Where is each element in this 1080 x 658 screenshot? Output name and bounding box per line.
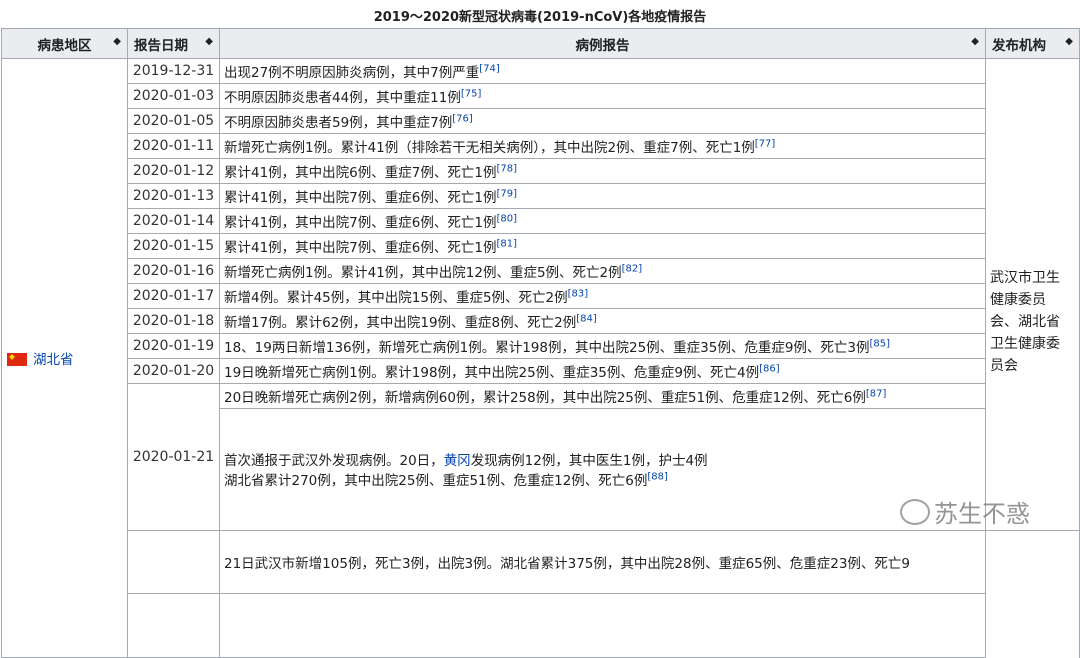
table-row: 2020-01-12 累计41例，其中出院6例、重症7例、死亡1例[78]: [2, 158, 1080, 184]
reference-link[interactable]: [82]: [622, 264, 643, 275]
region-cell: 湖北省: [1, 58, 128, 658]
report-date: 2020-01-16: [127, 258, 220, 284]
report-text: 新增死亡病例1例。累计41例，其中出院12例、重症5例、死亡2例[82]: [219, 258, 986, 284]
table-row: 2020-01-16 新增死亡病例1例。累计41例，其中出院12例、重症5例、死亡…: [2, 258, 1080, 284]
report-text: 新增17例。累计62例，其中出院19例、重症8例、死亡2例[84]: [219, 308, 986, 334]
reference-link[interactable]: [75]: [461, 89, 482, 100]
china-flag-icon: [7, 353, 27, 366]
table-row: 2020-01-15 累计41例，其中出院7例、重症6例、死亡1例[81]: [2, 233, 1080, 259]
reference-link[interactable]: [74]: [479, 64, 500, 75]
report-text: 累计41例，其中出院7例、重症6例、死亡1例[80]: [219, 208, 986, 234]
region-link[interactable]: 湖北省: [33, 352, 74, 368]
table-row: 2020-01-21 20日晚新增死亡病例2例，新增病例60例，累计258例，其中…: [2, 383, 1080, 531]
table-row: 2020-01-18 新增17例。累计62例，其中出院19例、重症8例、死亡2例[…: [2, 308, 1080, 334]
report-date: 2020-01-14: [127, 208, 220, 234]
sort-icon[interactable]: ◆: [113, 36, 121, 47]
report-text: 21日武汉市新增105例，死亡3例，出院3例。湖北省累计375例，其中出院28例…: [219, 529, 986, 595]
report-text: 18、19两日新增136例，新增死亡病例1例。累计198例，其中出院25例、重症…: [219, 333, 986, 359]
table-row: 2020-01-03 不明原因肺炎患者44例，其中重症11例[75]: [2, 83, 1080, 109]
column-header-region[interactable]: 病患地区 ◆: [1, 28, 128, 59]
report-text: 新增死亡病例1例。累计41例（排除若干无相关病例），其中出院2例、重症7例、死亡…: [219, 133, 986, 159]
report-date: 2020-01-05: [127, 108, 220, 134]
reference-link[interactable]: [85]: [870, 339, 891, 350]
table-row: 2020-01-20 19日晚新增死亡病例1例。累计198例，其中出院25例、重症…: [2, 358, 1080, 384]
reference-link[interactable]: [78]: [496, 164, 517, 175]
report-text: 20日晚新增死亡病例2例，新增病例60例，累计258例，其中出院25例、重症51…: [219, 383, 986, 409]
reference-link[interactable]: [80]: [496, 214, 517, 225]
column-header-report[interactable]: 病例报告 ◆: [219, 28, 986, 59]
table-row: 21日武汉市新增105例，死亡3例，出院3例。湖北省累计375例，其中出院28例…: [2, 529, 1080, 595]
report-text: 累计41例，其中出院7例、重症6例、死亡1例[79]: [219, 183, 986, 209]
reference-link[interactable]: [79]: [496, 189, 517, 200]
report-text: 不明原因肺炎患者59例，其中重症7例[76]: [219, 108, 986, 134]
report-text: 19日晚新增死亡病例1例。累计198例，其中出院25例、重症35例、危重症9例、…: [219, 358, 986, 384]
epidemic-report-table: 病患地区 ◆ 报告日期 ◆ 病例报告 ◆ 发布机构 ◆ 湖北省 2019-12-…: [1, 28, 1080, 658]
reference-link[interactable]: [87]: [866, 389, 887, 400]
reference-link[interactable]: [86]: [759, 364, 780, 375]
reference-link[interactable]: [81]: [496, 239, 517, 250]
report-text: 不明原因肺炎患者44例，其中重症11例[75]: [219, 83, 986, 109]
table-row: 2020-01-17 新增4例。累计45例，其中出院15例、重症5例、死亡2例[8…: [2, 283, 1080, 309]
table-row: 2020-01-05 不明原因肺炎患者59例，其中重症7例[76]: [2, 108, 1080, 134]
report-text: 累计41例，其中出院6例、重症7例、死亡1例[78]: [219, 158, 986, 184]
sort-icon[interactable]: ◆: [971, 36, 979, 47]
report-date: 2019-12-31: [127, 58, 220, 84]
table-row: 湖北省 2019-12-31 出现27例不明原因肺炎病例，其中7例严重[74] …: [1, 58, 1080, 658]
reference-link[interactable]: [77]: [755, 139, 776, 150]
reference-link[interactable]: [76]: [452, 114, 473, 125]
report-date: 2020-01-12: [127, 158, 220, 184]
huanggang-link[interactable]: 黄冈: [444, 453, 471, 469]
table-row: 2020-01-14 累计41例，其中出院7例、重症6例、死亡1例[80]: [2, 208, 1080, 234]
report-date: [127, 529, 220, 595]
org-cell: 武汉市卫生 健康委员 会、湖北省 卫生健康委 员会: [985, 58, 1080, 531]
table-caption: 2019～2020新型冠状病毒(2019-nCoV)各地疫情报告: [373, 10, 707, 25]
report-text: 出现27例不明原因肺炎病例，其中7例严重[74]: [219, 58, 986, 84]
report-date: 2020-01-03: [127, 83, 220, 109]
table-row: 2020-01-13 累计41例，其中出院7例、重症6例、死亡1例[79]: [2, 183, 1080, 209]
report-text: 首次通报于武汉外发现病例。20日，黄冈发现病例12例，其中医生1例，护士4例 湖北…: [219, 408, 986, 531]
report-date: 2020-01-17: [127, 283, 220, 309]
reference-link[interactable]: [83]: [568, 289, 589, 300]
column-header-date[interactable]: 报告日期 ◆: [127, 28, 220, 59]
report-date: 2020-01-20: [127, 358, 220, 384]
report-text: 新增4例。累计45例，其中出院15例、重症5例、死亡2例[83]: [219, 283, 986, 309]
table-row: [2, 593, 1080, 658]
report-date: 2020-01-19: [127, 333, 220, 359]
header-row: 病患地区 ◆ 报告日期 ◆ 病例报告 ◆ 发布机构 ◆: [1, 28, 1080, 59]
report-text: 累计41例，其中出院7例、重症6例、死亡1例[81]: [219, 233, 986, 259]
report-date: 2020-01-11: [127, 133, 220, 159]
table-row: 2020-01-19 18、19两日新增136例，新增死亡病例1例。累计198例，…: [2, 333, 1080, 359]
report-date: 2020-01-21: [127, 383, 220, 531]
table-row: 2020-01-11 新增死亡病例1例。累计41例（排除若干无相关病例），其中出院…: [2, 133, 1080, 159]
sort-icon[interactable]: ◆: [205, 36, 213, 47]
report-date: 2020-01-15: [127, 233, 220, 259]
report-date: 2020-01-18: [127, 308, 220, 334]
column-header-org[interactable]: 发布机构 ◆: [985, 28, 1080, 59]
sort-icon[interactable]: ◆: [1065, 36, 1073, 47]
reference-link[interactable]: [84]: [576, 314, 597, 325]
report-date: 2020-01-13: [127, 183, 220, 209]
reference-link[interactable]: [88]: [647, 472, 668, 483]
